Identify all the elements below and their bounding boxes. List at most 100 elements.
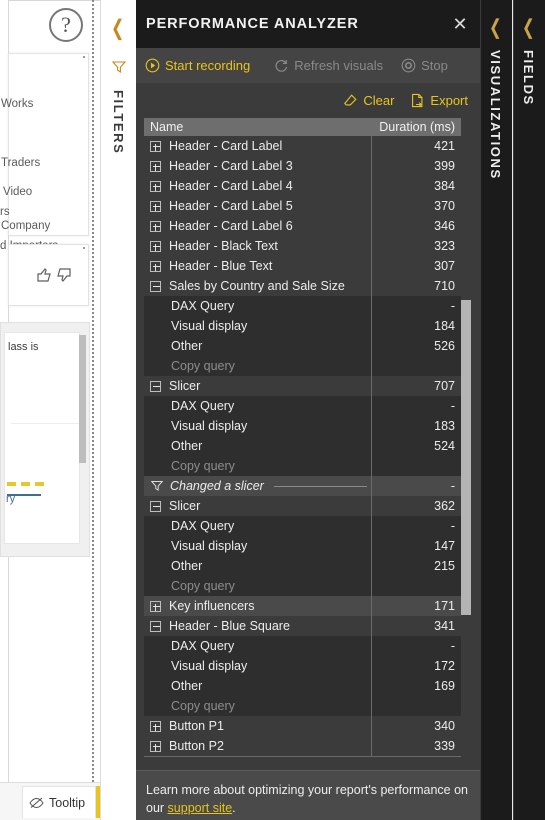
table-cell-duration: - — [450, 519, 455, 533]
fields-pane-collapsed[interactable]: ❮ FIELDS — [513, 0, 545, 820]
table-row[interactable]: Sales by Country and Sale Size 710 — [144, 276, 461, 296]
chevron-left-icon[interactable]: ❮ — [111, 15, 124, 42]
table-cell-duration: 421 — [434, 139, 455, 153]
mini-chart — [7, 473, 77, 496]
table-cell-name: Button P1 — [144, 716, 372, 736]
table-row[interactable]: Button P1 340 — [144, 716, 461, 736]
table-row[interactable]: Header - Card Label 5 370 — [144, 196, 461, 216]
table-cell-name: Button P2 — [144, 736, 372, 756]
copy-query-link[interactable]: Copy query — [171, 579, 235, 593]
expand-toggle-icon[interactable] — [150, 160, 161, 172]
expand-toggle-icon[interactable] — [150, 740, 161, 752]
table-row[interactable]: DAX Query - — [144, 296, 461, 316]
filters-pane-collapsed[interactable]: ❮ FILTERS — [100, 0, 136, 820]
canvas-scrollbar[interactable] — [79, 335, 86, 463]
table-row[interactable]: Other 524 — [144, 436, 461, 456]
table-row[interactable]: Copy query — [144, 456, 461, 476]
table-row[interactable]: Slicer 707 — [144, 376, 461, 396]
table-cell-name: Header - Card Label 4 — [144, 176, 372, 196]
collapse-toggle-icon[interactable] — [150, 620, 161, 632]
thumbs-icons[interactable] — [35, 267, 52, 283]
chevron-left-icon[interactable]: ❮ — [522, 15, 535, 39]
table-row[interactable]: Button P2 339 — [144, 736, 461, 756]
table-row[interactable]: Changed a slicer - — [144, 476, 461, 496]
table-row[interactable]: Header - Card Label 3 399 — [144, 156, 461, 176]
column-header-name[interactable]: Name — [144, 120, 372, 134]
table-row[interactable]: Visual display 172 — [144, 656, 461, 676]
table-row[interactable]: Visual display 183 — [144, 416, 461, 436]
chevron-left-icon[interactable]: ❮ — [489, 15, 502, 39]
expand-toggle-icon[interactable] — [150, 240, 161, 252]
clear-button[interactable]: Clear — [343, 93, 394, 108]
start-recording-label: Start recording — [165, 58, 251, 73]
expand-toggle-icon[interactable] — [150, 200, 161, 212]
page-tab-tooltip[interactable]: Tooltip — [22, 786, 96, 818]
thumbs-down-icon[interactable] — [56, 267, 73, 283]
close-icon[interactable]: ✕ — [448, 12, 472, 36]
table-row[interactable]: Header - Blue Square 341 — [144, 616, 461, 636]
table-row[interactable]: Visual display 147 — [144, 536, 461, 556]
list-item: rs — [0, 206, 10, 218]
table-row-label: Header - Blue Square — [169, 619, 290, 633]
start-recording-button[interactable]: Start recording — [145, 58, 250, 73]
table-row[interactable]: DAX Query - — [144, 396, 461, 416]
expand-toggle-icon[interactable] — [150, 720, 161, 732]
table-row[interactable]: Copy query — [144, 696, 461, 716]
table-row-label: Header - Blue Text — [169, 259, 273, 273]
expand-toggle-icon[interactable] — [150, 600, 161, 612]
actions-toolbar: Clear Export — [136, 84, 480, 116]
table-row[interactable]: Visual display 184 — [144, 316, 461, 336]
table-cell-duration: 184 — [434, 319, 455, 333]
table-cell-duration: - — [450, 399, 455, 413]
table-row[interactable]: Copy query — [144, 356, 461, 376]
table-row[interactable]: DAX Query - — [144, 636, 461, 656]
expand-toggle-icon[interactable] — [150, 140, 161, 152]
copy-query-link[interactable]: Copy query — [171, 359, 235, 373]
table-row[interactable]: Other 526 — [144, 336, 461, 356]
table-row[interactable]: Key influencers 171 — [144, 596, 461, 616]
table-cell-duration: 169 — [434, 679, 455, 693]
visualizations-pane-label: VISUALIZATIONS — [488, 50, 503, 180]
column-header-duration[interactable]: Duration (ms) — [372, 120, 461, 134]
question-mark-icon[interactable]: ? — [49, 8, 83, 42]
table-cell-duration: 171 — [434, 599, 455, 613]
list-item: Traders — [1, 157, 41, 169]
table-row[interactable]: Header - Black Text 323 — [144, 236, 461, 256]
table-cell-name: Visual display — [144, 416, 372, 436]
table-row[interactable]: Copy query — [144, 576, 461, 596]
expand-toggle-icon[interactable] — [150, 180, 161, 192]
visual-card-list[interactable]: Works Traders Video rs Company d Importe… — [0, 53, 89, 252]
table-cell-name: Other — [144, 436, 372, 456]
performance-table: Name Duration (ms) Header - Card Label 42… — [144, 118, 461, 757]
visual-card-detail-inner: lass is ry — [4, 332, 80, 544]
copy-query-link[interactable]: Copy query — [171, 699, 235, 713]
visual-card-detail[interactable]: lass is ry — [0, 322, 90, 557]
report-canvas[interactable]: ? Works Traders Video rs Company d Impor… — [0, 0, 100, 820]
table-row[interactable]: Header - Card Label 4 384 — [144, 176, 461, 196]
table-cell-name: Copy query — [144, 576, 372, 596]
expand-toggle-icon[interactable] — [150, 220, 161, 232]
table-row[interactable]: Header - Card Label 421 — [144, 136, 461, 156]
collapse-toggle-icon[interactable] — [150, 280, 161, 292]
table-row[interactable]: Other 215 — [144, 556, 461, 576]
table-row[interactable]: Other 169 — [144, 676, 461, 696]
export-button[interactable]: Export — [410, 93, 468, 108]
table-cell-duration: 707 — [434, 379, 455, 393]
collapse-toggle-icon[interactable] — [150, 500, 161, 512]
table-row[interactable]: Header - Card Label 6 346 — [144, 216, 461, 236]
table-row[interactable]: DAX Query - — [144, 516, 461, 536]
visual-card-feedback[interactable] — [8, 244, 89, 306]
table-scrollbar-thumb[interactable] — [461, 300, 471, 615]
table-row[interactable]: Header - Blue Text 307 — [144, 256, 461, 276]
expand-toggle-icon[interactable] — [150, 260, 161, 272]
page-tab-label: Tooltip — [49, 795, 86, 810]
app-root: ? Works Traders Video rs Company d Impor… — [0, 0, 545, 820]
table-body: Header - Card Label 421 Header - Card Labe… — [144, 136, 461, 757]
table-row[interactable]: Slicer 362 — [144, 496, 461, 516]
visualizations-pane-collapsed[interactable]: ❮ VISUALIZATIONS — [480, 0, 512, 820]
support-site-link[interactable]: support site — [168, 801, 233, 815]
copy-query-link[interactable]: Copy query — [171, 459, 235, 473]
collapse-toggle-icon[interactable] — [150, 380, 161, 392]
table-row-label: DAX Query — [171, 639, 235, 653]
table-cell-name: Visual display — [144, 316, 372, 336]
